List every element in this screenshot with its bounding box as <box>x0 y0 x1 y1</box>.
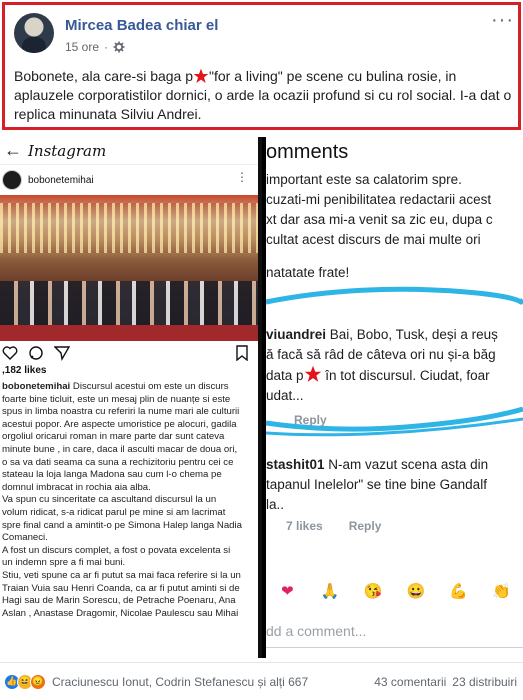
comments-screenshot: omments important este sa calatorim spre… <box>266 137 523 658</box>
instagram-logo: Instagram <box>28 141 107 160</box>
facebook-post-card: Mircea Badea chiar el 15 ore · ··· Bobon… <box>2 2 521 130</box>
red-heart-icon[interactable]: ❤ <box>274 578 300 604</box>
post-time[interactable]: 15 ore <box>65 40 99 54</box>
caption-line: stateau la loja langa Madona sau cum l-o… <box>2 469 222 481</box>
comment-text: data p <box>266 368 304 383</box>
blue-highlight-scribble <box>266 286 523 305</box>
back-arrow-icon: ← <box>4 140 22 160</box>
comment-nice: natatate frate! <box>266 265 350 280</box>
red-star-icon <box>304 365 321 382</box>
kiss-face-icon[interactable]: 😘 <box>360 578 386 604</box>
caption-line: minute bune , in care, daca il asculti m… <box>2 443 238 455</box>
caption-line: foarte bine ticluit, este un mesaj plin … <box>2 393 231 405</box>
input-underline <box>266 647 523 648</box>
caption-line: Va spun cu sinceritate ca ascultand disc… <box>2 494 217 506</box>
post-text: Bobonete, ala care-si baga p "for a livin… <box>14 67 514 124</box>
organ-pipes <box>0 203 258 253</box>
reaction-icons[interactable]: 👍 😆 😠 <box>4 673 46 690</box>
caption-line: bobonetemihai Discursul acestui om este … <box>2 381 254 394</box>
comment-meta-third: 7 likes Reply <box>286 519 381 533</box>
caption-username: bobonetemihai <box>2 381 71 392</box>
post-meta: 15 ore · <box>65 40 125 54</box>
post-options-icon[interactable]: ··· <box>491 9 514 32</box>
comment-text: N-am vazut scena asta din <box>324 457 489 472</box>
more-vertical-icon: ⋮ <box>236 170 248 184</box>
comment-line: cultat acest discurs de mai multe ori <box>266 232 481 247</box>
post-text-part1: Bobonete, ala care-si baga p <box>14 68 194 84</box>
comment-username: stashit01 <box>266 457 325 472</box>
reaction-names[interactable]: Craciunescu Ionut, Codrin Stefanescu și … <box>52 675 308 689</box>
emoji-bar: ❤ 🙏 😘 😀 💪 👏 <box>266 573 523 609</box>
caption-line: Aslan , Anastase Dragomir, Nicolae Paule… <box>2 607 239 619</box>
comments-count[interactable]: 43 comentarii <box>374 675 446 689</box>
caption-line: A fost un discurs complet, a fost o pova… <box>2 544 231 556</box>
share-icon <box>54 346 70 361</box>
comment-line: important este sa calatorim spre. <box>266 172 462 187</box>
bookmark-icon <box>236 345 248 361</box>
shares-count[interactable]: 23 distribuiri <box>452 675 517 689</box>
grinning-face-icon[interactable]: 😀 <box>403 578 429 604</box>
caption-line: spus in limba noastra cu referiri la num… <box>2 406 240 418</box>
heart-icon <box>2 346 18 360</box>
caption-line: Stiu, veti spune ca ar fi putut sa mai f… <box>2 569 241 581</box>
caption-line: Traian Vuia sau Henri Coanda, ca ar fi p… <box>2 582 240 594</box>
caption-line: domnul imbracat in rochia aia alba. <box>2 481 151 493</box>
comment-text: ă facă să râd de câteva ori nu și-a băg <box>266 347 496 362</box>
clapping-hands-icon[interactable]: 👏 <box>489 578 515 604</box>
blue-highlight-scribble <box>266 406 523 437</box>
privacy-gear-icon[interactable] <box>113 41 125 53</box>
add-comment-input[interactable]: dd a comment... <box>266 623 366 639</box>
instagram-user-row: bobonetemihai ⋮ <box>0 165 258 195</box>
angry-reaction-icon: 😠 <box>30 673 46 690</box>
screenshot-composite-image: ← Instagram bobonetemihai ⋮ ,182 likes b… <box>0 137 523 658</box>
instagram-username: bobonetemihai <box>28 174 94 186</box>
likes-count: 7 likes <box>286 519 323 533</box>
instagram-likes: ,182 likes <box>2 365 47 376</box>
comment-username: viuandrei <box>266 327 327 342</box>
comment-icon <box>29 346 43 360</box>
caption-line: Hagi sau de Marin Sorescu, de Petrache P… <box>2 595 236 607</box>
comment-block-first: important este sa calatorim spre. cuzati… <box>266 170 493 250</box>
instagram-avatar <box>2 170 22 190</box>
loja-rail <box>0 325 258 341</box>
praying-hands-icon[interactable]: 🙏 <box>317 578 343 604</box>
author-name[interactable]: Mircea Badea chiar el <box>65 17 218 34</box>
caption-line: spre final cand a amintit-o pe Simona Ha… <box>2 519 242 531</box>
instagram-actions <box>0 341 258 365</box>
comment-silviu: viuandrei Bai, Bobo, Tusk, deși a reuș ă… <box>266 325 498 406</box>
caption-line: acestui popor. Are aspecte umoristice pe… <box>2 418 237 430</box>
post-footer: 👍 😆 😠 Craciunescu Ionut, Codrin Stefanes… <box>0 662 523 700</box>
flexed-biceps-icon[interactable]: 💪 <box>446 578 472 604</box>
comment-text: tapanul Inelelor" se tine bine Gandalf <box>266 477 487 492</box>
comments-title: omments <box>266 141 349 163</box>
comment-text: Bai, Bobo, Tusk, deși a reuș <box>326 327 498 342</box>
instagram-screenshot: ← Instagram bobonetemihai ⋮ ,182 likes b… <box>0 137 262 658</box>
comment-text: la.. <box>266 497 285 512</box>
concert-hall-photo <box>0 195 258 341</box>
comment-line: xt dar asa mi-a venit sa zic eu, dupa c <box>266 212 493 227</box>
instagram-header: ← Instagram <box>0 137 258 165</box>
red-star-icon <box>193 68 209 83</box>
caption-text: Discursul acestui om este un discurs <box>72 381 229 392</box>
comment-text: în tot discursul. Ciudat, foar <box>321 368 490 383</box>
caption-line: Comaneci. <box>2 532 48 544</box>
instagram-caption: bobonetemihai Discursul acestui om este … <box>0 379 258 620</box>
engagement-counts: 43 comentarii 23 distribuiri <box>374 675 517 689</box>
caption-line: un indemn spre a fi mai buni. <box>2 557 126 569</box>
comment-line: cuzati-mi penibilitatea redactarii acest <box>266 192 492 207</box>
separator: · <box>104 40 109 54</box>
author-avatar[interactable] <box>14 13 54 53</box>
caption-line: orgoliul oricarui roman in mare parte da… <box>2 431 225 443</box>
caption-line: volum ridicat, s-a ridicat parul pe mine… <box>2 506 226 518</box>
reply-button[interactable]: Reply <box>349 519 382 533</box>
comment-third: stashit01 N-am vazut scena asta din tapa… <box>266 455 488 515</box>
caption-line: o sa va dati seama ca suna a rechizitori… <box>2 456 234 468</box>
